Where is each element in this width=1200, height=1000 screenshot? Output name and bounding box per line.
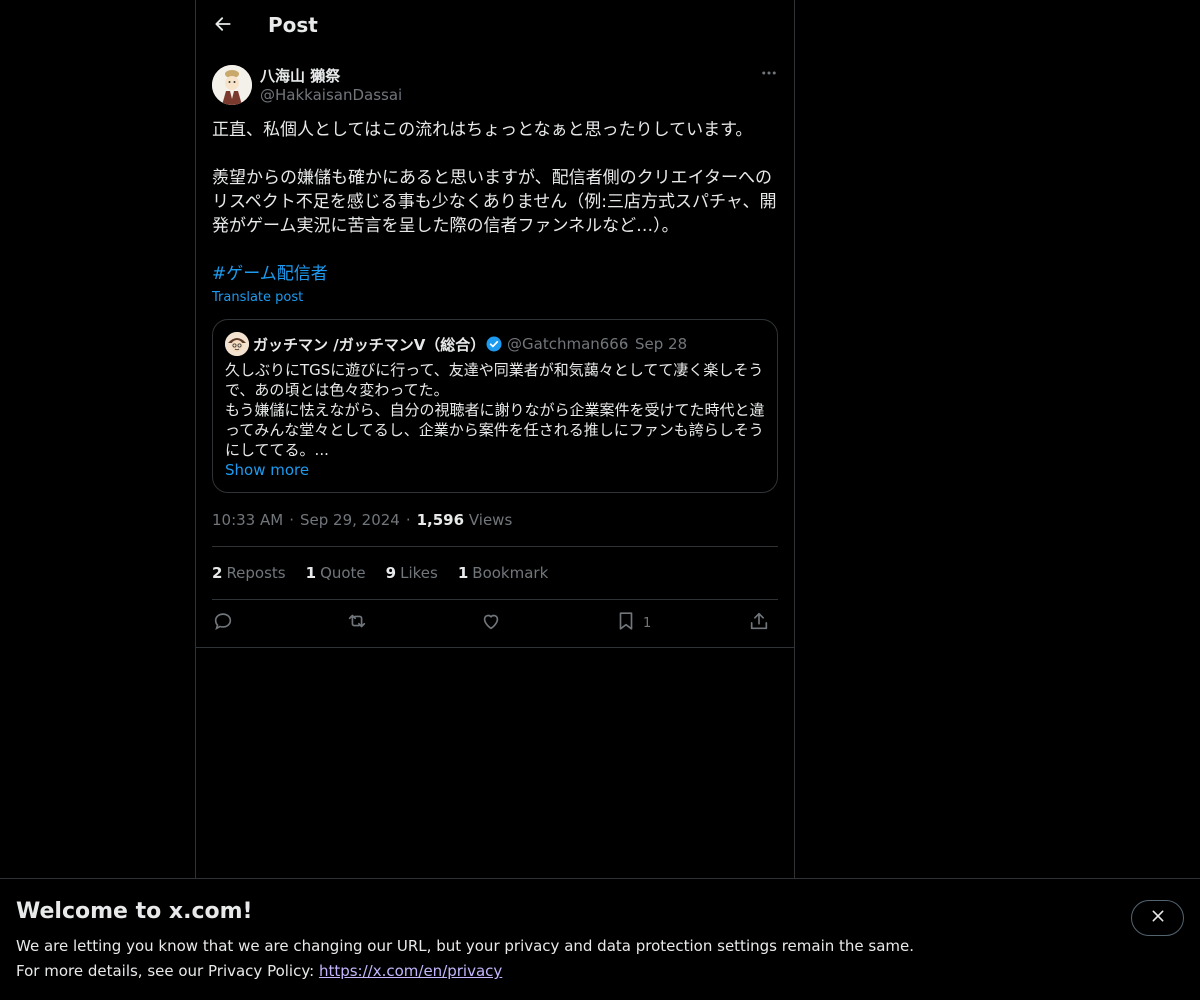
quoted-post[interactable]: ガッチマン /ガッチマンV（総合） @Gatchman666 · Sep 28 … xyxy=(212,319,778,493)
more-options-button[interactable] xyxy=(756,62,782,88)
author-handle[interactable]: @HakkaisanDassai xyxy=(260,86,402,104)
verified-badge-icon xyxy=(485,335,503,353)
bookmarks-stat[interactable]: 1 Bookmark xyxy=(458,564,548,582)
quoted-text-line: もう嫌儲に怯えながら、自分の視聴者に謝りながら企業案件を受けてた時代と違 xyxy=(225,401,765,419)
post-date[interactable]: Sep 29, 2024 xyxy=(300,511,400,529)
repost-icon xyxy=(346,610,368,636)
post-text-line: リスペクト不足を感じる事も少なくありません（例:三店方式スパチャ、開 xyxy=(212,192,777,212)
close-banner-button[interactable] xyxy=(1131,900,1184,936)
bookmark-label: Bookmark xyxy=(472,564,549,582)
quoted-avatar[interactable] xyxy=(225,332,249,356)
more-icon xyxy=(760,64,778,86)
post-column: Post 八海山 獺祭 @HakkaisanDassai 正直、私個人としてはこ… xyxy=(195,0,795,879)
bookmark-icon xyxy=(615,610,637,636)
likes-label: Likes xyxy=(400,564,438,582)
reply-icon xyxy=(212,610,234,636)
separator-dot: · xyxy=(405,511,411,529)
arrow-left-icon xyxy=(213,14,233,38)
reposts-stat[interactable]: 2 Reposts xyxy=(212,564,286,582)
url-change-banner: Welcome to x.com! We are letting you kno… xyxy=(0,878,1200,1000)
quoted-text-line: ってみんな堂々としてるし、企業から案件を任される推しにファンも誇らしそう xyxy=(225,421,764,439)
heart-icon xyxy=(480,610,502,636)
repost-button[interactable] xyxy=(346,608,368,638)
bookmark-count: 1 xyxy=(457,564,469,582)
post-metadata: 10:33 AM · Sep 29, 2024 · 1,596 Views xyxy=(212,511,512,529)
likes-count: 9 xyxy=(385,564,397,582)
quoted-date[interactable]: Sep 28 xyxy=(635,335,687,353)
reposts-count: 2 xyxy=(212,564,223,582)
hashtag-link[interactable]: #ゲーム配信者 xyxy=(212,264,328,284)
close-icon xyxy=(1150,908,1166,928)
engagement-stats: 2 Reposts 1 Quote 9 Likes 1 Bookmark xyxy=(212,564,548,582)
quoted-text-line: で、あの頃とは色々変わってた。 xyxy=(225,381,449,399)
banner-privacy-prefix: For more details, see our Privacy Policy… xyxy=(16,962,319,980)
post-time[interactable]: 10:33 AM xyxy=(212,511,283,529)
quoted-text: 久しぶりにTGSに遊びに行って、友達や同業者が和気藹々としてて凄く楽しそう で、… xyxy=(225,360,770,460)
show-more-link[interactable]: Show more xyxy=(225,461,309,479)
views-count: 1,596 xyxy=(416,511,465,529)
divider xyxy=(212,599,778,600)
likes-stat[interactable]: 9 Likes xyxy=(386,564,438,582)
back-button[interactable] xyxy=(206,9,240,43)
post-text-line: 発がゲーム実況に苦言を呈した際の信者ファンネルなど…）。 xyxy=(212,216,679,236)
banner-privacy-line: For more details, see our Privacy Policy… xyxy=(16,962,502,980)
share-icon xyxy=(748,610,770,636)
quotes-stat[interactable]: 1 Quote xyxy=(306,564,366,582)
quoted-text-line: 久しぶりにTGSに遊びに行って、友達や同業者が和気藹々としてて凄く楽しそう xyxy=(225,361,764,379)
quoted-author-name[interactable]: ガッチマン /ガッチマンV（総合） xyxy=(253,334,485,355)
separator-dot: · xyxy=(289,511,294,529)
quoted-text-line: にしててる。... xyxy=(225,441,329,459)
action-bar: 1 xyxy=(212,608,778,638)
author-name[interactable]: 八海山 獺祭 xyxy=(260,65,340,86)
avatar[interactable] xyxy=(212,65,252,105)
bookmark-action-count: 1 xyxy=(643,615,652,631)
share-button[interactable] xyxy=(748,608,770,638)
quote-label: Quote xyxy=(320,564,366,582)
bookmark-button[interactable]: 1 xyxy=(615,608,651,638)
translate-post-link[interactable]: Translate post xyxy=(212,290,303,305)
post-body: 正直、私個人としてはこの流れはちょっとなぁと思ったりしています。 羨望からの嫌儲… xyxy=(212,118,782,286)
divider xyxy=(196,647,794,648)
page-title: Post xyxy=(268,13,318,37)
separator-dot: · xyxy=(623,335,628,353)
banner-message: We are letting you know that we are chan… xyxy=(16,937,915,955)
quoted-author-handle[interactable]: @Gatchman666 xyxy=(507,335,628,353)
like-button[interactable] xyxy=(480,608,502,638)
reposts-label: Reposts xyxy=(226,564,286,582)
banner-title: Welcome to x.com! xyxy=(16,899,253,924)
divider xyxy=(212,546,778,547)
privacy-policy-link[interactable]: https://x.com/en/privacy xyxy=(319,962,502,980)
post-text-line: 正直、私個人としてはこの流れはちょっとなぁと思ったりしています。 xyxy=(212,120,753,140)
views-label: Views xyxy=(468,511,513,529)
post-header: Post xyxy=(196,0,794,54)
post-text-line: 羨望からの嫌儲も確かにあると思いますが、配信者側のクリエイターへの xyxy=(212,168,772,188)
reply-button[interactable] xyxy=(212,608,234,638)
quote-count: 1 xyxy=(305,564,317,582)
